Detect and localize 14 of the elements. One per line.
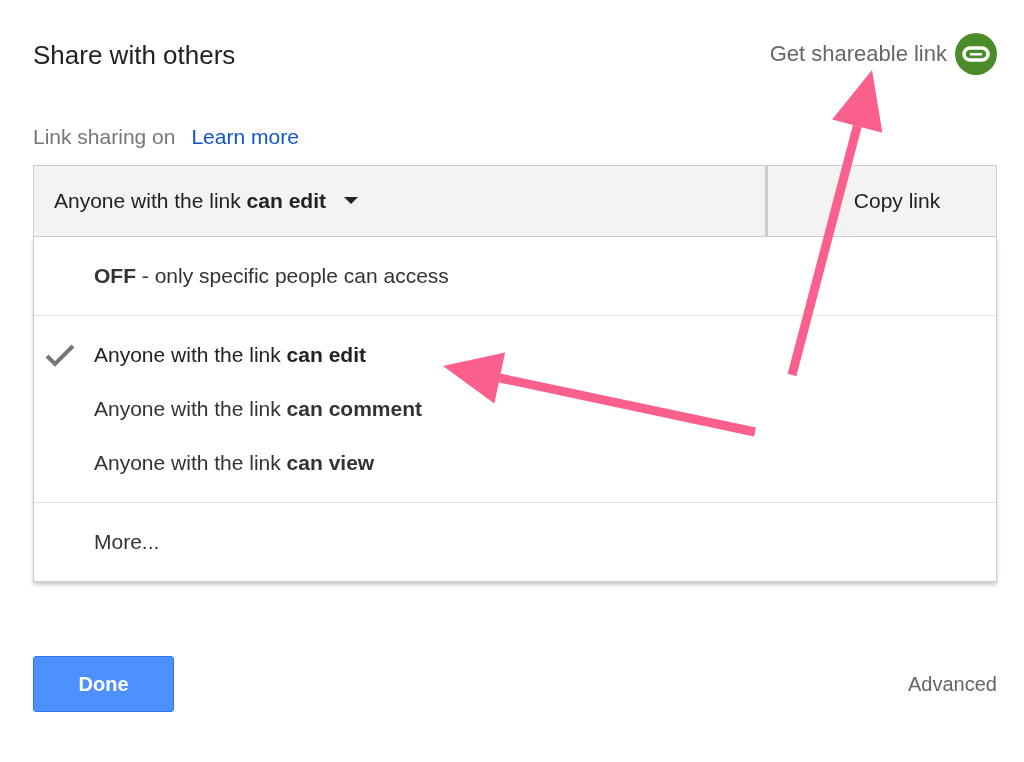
menu-option[interactable]: More... xyxy=(94,525,160,558)
learn-more-link[interactable]: Learn more xyxy=(191,121,299,153)
link-sharing-status: Link sharing on xyxy=(33,124,176,150)
menu-option[interactable]: Anyone with the link can edit xyxy=(94,338,366,371)
menu-option[interactable]: Anyone with the link can comment xyxy=(94,392,422,425)
dialog-title: Share with others xyxy=(33,39,236,72)
copy-link-button[interactable]: Copy link xyxy=(767,164,997,237)
link-icon[interactable] xyxy=(955,32,997,75)
advanced-link[interactable]: Advanced xyxy=(908,668,997,699)
access-dropdown[interactable]: Anyone with the link can edit xyxy=(33,164,767,237)
caret-icon xyxy=(343,196,358,205)
menu-option[interactable]: OFF - only specific people can access xyxy=(94,259,449,292)
menu-option[interactable]: Anyone with the link can view xyxy=(94,446,375,479)
shareable-link-label[interactable]: Get shareable link xyxy=(769,37,947,70)
